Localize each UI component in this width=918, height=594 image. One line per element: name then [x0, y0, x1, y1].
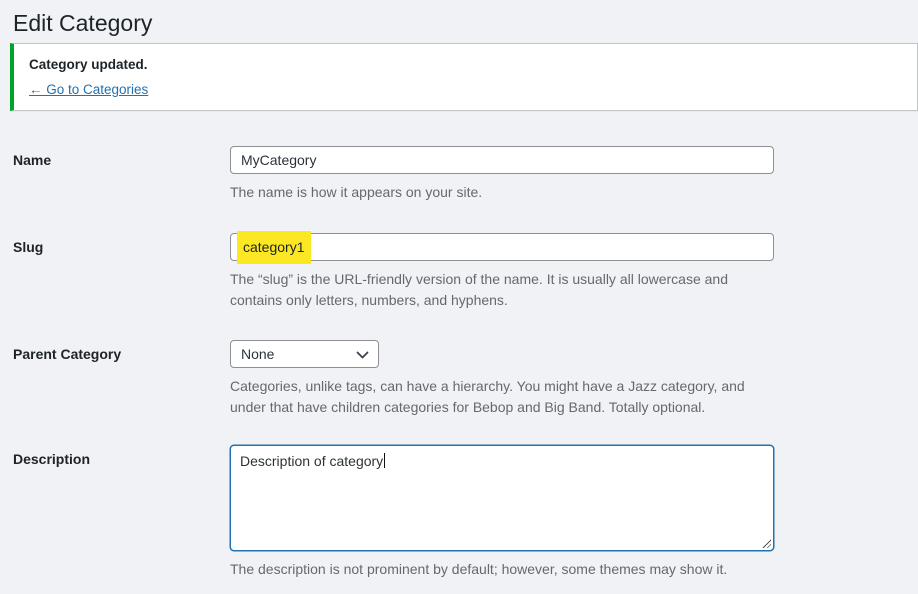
- description-textarea[interactable]: Description of category: [230, 445, 774, 551]
- description-row: Description Description of category The …: [0, 445, 918, 580]
- slug-value-highlighted: category1: [237, 231, 311, 264]
- slug-row: Slug category1 The “slug” is the URL-fri…: [0, 233, 918, 311]
- slug-help-text: The “slug” is the URL-friendly version o…: [230, 269, 775, 311]
- parent-category-help-text: Categories, unlike tags, can have a hier…: [230, 376, 775, 418]
- go-to-categories-link[interactable]: ← Go to Categories: [29, 82, 148, 97]
- parent-category-selected-value: None: [241, 346, 274, 362]
- name-help-text: The name is how it appears on your site.: [230, 182, 775, 203]
- parent-category-row: Parent Category None Categories, unlike …: [0, 340, 918, 418]
- edit-category-form: Name The name is how it appears on your …: [0, 146, 918, 580]
- description-label: Description: [0, 445, 230, 469]
- name-row: Name The name is how it appears on your …: [0, 146, 918, 203]
- resize-handle-icon[interactable]: [761, 538, 771, 548]
- parent-category-label: Parent Category: [0, 340, 230, 364]
- description-text: Description of category: [240, 453, 383, 469]
- description-help-text: The description is not prominent by defa…: [230, 559, 775, 580]
- notice-link-line: ← Go to Categories: [29, 82, 902, 97]
- notice: Category updated. ← Go to Categories: [10, 43, 918, 111]
- slug-label: Slug: [0, 233, 230, 257]
- notice-message: Category updated.: [29, 57, 902, 72]
- chevron-down-icon: [356, 351, 369, 360]
- name-label: Name: [0, 146, 230, 170]
- slug-input[interactable]: category1: [230, 233, 774, 261]
- text-caret: [384, 453, 385, 468]
- page-title: Edit Category: [0, 0, 918, 38]
- parent-category-select[interactable]: None: [230, 340, 379, 368]
- name-input[interactable]: [230, 146, 774, 174]
